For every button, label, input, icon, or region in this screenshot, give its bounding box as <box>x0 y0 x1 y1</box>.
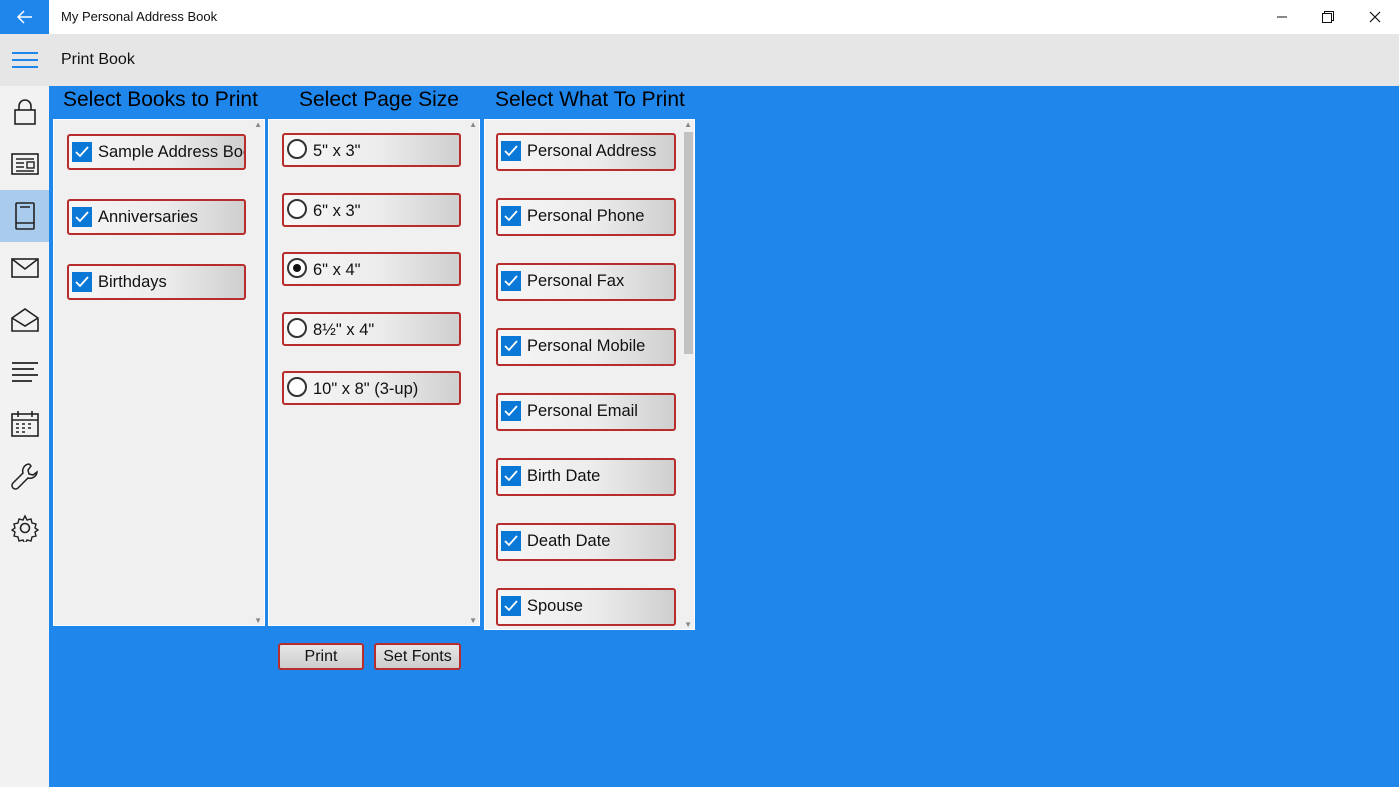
field-label: Spouse <box>527 597 583 615</box>
page-size-label: 5" x 3" <box>313 142 361 160</box>
nav-lock[interactable] <box>0 86 49 138</box>
scrollbar-thumb[interactable] <box>684 132 693 354</box>
radio-icon <box>287 199 307 219</box>
close-button[interactable] <box>1352 0 1398 34</box>
wrench-icon <box>10 463 38 490</box>
field-label: Personal Email <box>527 402 638 420</box>
page-size-label: 6" x 3" <box>313 202 361 220</box>
back-button[interactable] <box>0 0 49 34</box>
what-to-print-title: Select What To Print <box>495 88 685 111</box>
field-label: Personal Address <box>527 142 657 160</box>
set-fonts-button[interactable]: Set Fonts <box>374 643 461 670</box>
nav-news[interactable] <box>0 138 49 190</box>
field-checkbox-personal-mobile[interactable]: Personal Mobile <box>496 328 676 366</box>
page-size-option-6x4[interactable]: 6" x 4" <box>282 252 461 286</box>
scroll-up-icon[interactable]: ▲ <box>254 120 262 129</box>
checkbox-checked-icon <box>501 596 521 616</box>
calendar-icon <box>10 411 39 437</box>
checkbox-checked-icon <box>501 531 521 551</box>
page-size-option-10x8[interactable]: 10" x 8" (3-up) <box>282 371 461 405</box>
radio-icon <box>287 377 307 397</box>
radio-icon <box>287 139 307 159</box>
field-label: Personal Phone <box>527 207 645 225</box>
books-panel[interactable]: ▲ ▼ Sample Address Book Anniversaries Bi… <box>53 119 265 626</box>
page-size-label: 8½" x 4" <box>313 321 375 339</box>
nav-mail[interactable] <box>0 242 49 294</box>
back-arrow-icon <box>16 10 32 24</box>
page-size-option-5x3[interactable]: 5" x 3" <box>282 133 461 167</box>
scroll-down-icon[interactable]: ▼ <box>684 620 692 629</box>
field-label: Personal Mobile <box>527 337 646 355</box>
nav-calendar[interactable] <box>0 398 49 450</box>
checkbox-checked-icon <box>72 272 92 292</box>
page-title: Print Book <box>61 51 135 68</box>
checkbox-checked-icon <box>501 336 521 356</box>
checkbox-checked-icon <box>501 271 521 291</box>
radio-icon <box>287 318 307 338</box>
page-size-option-6x3[interactable]: 6" x 3" <box>282 193 461 227</box>
field-label: Birth Date <box>527 467 601 485</box>
nav-list[interactable] <box>0 346 49 398</box>
page-size-title: Select Page Size <box>299 88 459 111</box>
restore-icon <box>1322 11 1334 23</box>
nav-book[interactable] <box>0 190 49 242</box>
book-checkbox-birthdays[interactable]: Birthdays <box>67 264 246 300</box>
scroll-up-icon[interactable]: ▲ <box>684 120 692 129</box>
field-checkbox-personal-address[interactable]: Personal Address <box>496 133 676 171</box>
page-size-option-8-5x4[interactable]: 8½" x 4" <box>282 312 461 346</box>
book-label: Sample Address Book <box>98 143 246 161</box>
field-label: Personal Fax <box>527 272 625 290</box>
what-to-print-panel[interactable]: ▲ ▼ Personal Address Personal Phone Pers… <box>484 119 695 630</box>
page-size-panel[interactable]: ▲ ▼ 5" x 3" 6" x 3" 6" x 4" 8½" x 4" 10"… <box>268 119 480 626</box>
close-icon <box>1369 11 1381 23</box>
sidebar <box>0 86 49 787</box>
radio-selected-icon <box>287 258 307 278</box>
checkbox-checked-icon <box>501 141 521 161</box>
checkbox-checked-icon <box>501 206 521 226</box>
page-size-label: 6" x 4" <box>313 261 361 279</box>
nav-mail-open[interactable] <box>0 294 49 346</box>
scroll-up-icon[interactable]: ▲ <box>469 120 477 129</box>
restore-button[interactable] <box>1305 0 1351 34</box>
scroll-down-icon[interactable]: ▼ <box>469 616 477 625</box>
book-checkbox-sample[interactable]: Sample Address Book <box>67 134 246 170</box>
nav-wrench[interactable] <box>0 450 49 502</box>
mail-open-icon <box>10 308 39 332</box>
books-title: Select Books to Print <box>63 88 258 111</box>
field-label: Death Date <box>527 532 611 550</box>
field-checkbox-personal-phone[interactable]: Personal Phone <box>496 198 676 236</box>
list-icon <box>11 362 38 382</box>
field-checkbox-death-date[interactable]: Death Date <box>496 523 676 561</box>
minimize-icon <box>1277 16 1287 18</box>
hamburger-menu-button[interactable] <box>0 34 49 86</box>
book-label: Anniversaries <box>98 208 198 226</box>
checkbox-checked-icon <box>501 466 521 486</box>
gear-icon <box>10 514 39 542</box>
minimize-button[interactable] <box>1259 0 1305 34</box>
app-title: My Personal Address Book <box>61 9 218 24</box>
mail-icon <box>10 258 39 278</box>
lock-icon <box>13 99 36 125</box>
print-button[interactable]: Print <box>278 643 364 670</box>
checkbox-checked-icon <box>501 401 521 421</box>
checkbox-checked-icon <box>72 142 92 162</box>
book-checkbox-anniversaries[interactable]: Anniversaries <box>67 199 246 235</box>
page-header: Print Book <box>0 34 1399 86</box>
field-checkbox-spouse[interactable]: Spouse <box>496 588 676 626</box>
field-checkbox-birth-date[interactable]: Birth Date <box>496 458 676 496</box>
title-bar: My Personal Address Book <box>0 0 1399 34</box>
field-checkbox-personal-email[interactable]: Personal Email <box>496 393 676 431</box>
scroll-down-icon[interactable]: ▼ <box>254 616 262 625</box>
checkbox-checked-icon <box>72 207 92 227</box>
field-checkbox-personal-fax[interactable]: Personal Fax <box>496 263 676 301</box>
book-label: Birthdays <box>98 273 167 291</box>
hamburger-icon <box>11 52 38 68</box>
nav-settings[interactable] <box>0 502 49 554</box>
book-icon <box>14 202 35 230</box>
page-size-label: 10" x 8" (3-up) <box>313 380 419 398</box>
news-icon <box>10 153 39 175</box>
